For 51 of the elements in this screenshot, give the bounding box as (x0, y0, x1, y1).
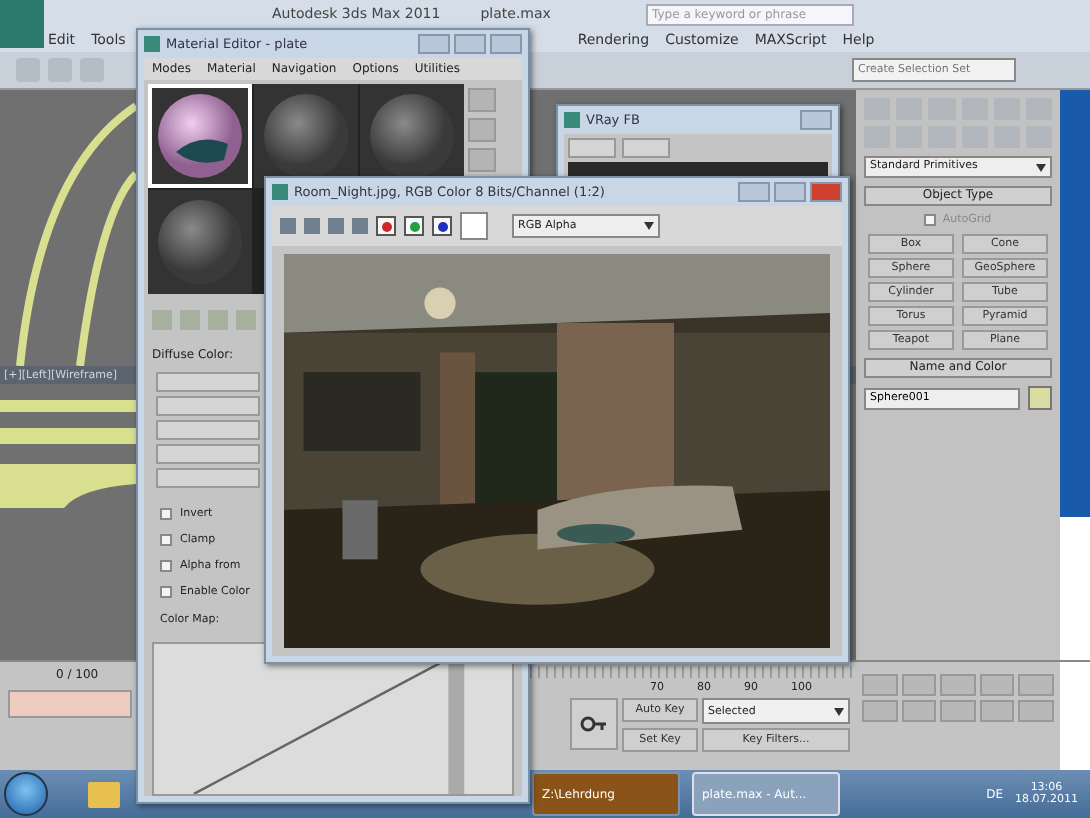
checkbox[interactable] (160, 560, 172, 572)
app-icon (564, 112, 580, 128)
input-field[interactable] (156, 420, 260, 440)
playback-icon[interactable] (901, 700, 937, 722)
sample-tool-icon[interactable] (468, 118, 496, 142)
toolbar-button[interactable] (622, 138, 670, 158)
color-swatch[interactable] (1028, 386, 1052, 410)
app-logo-icon[interactable] (0, 0, 44, 48)
app-icon (272, 184, 288, 200)
checkbox[interactable] (924, 214, 937, 226)
checkbox[interactable] (160, 534, 172, 546)
app-icon (144, 36, 160, 52)
playback-icon[interactable] (862, 674, 898, 696)
sample-tool-icon[interactable] (468, 88, 496, 112)
playback-icon[interactable] (1018, 674, 1054, 696)
input-field[interactable] (156, 468, 260, 488)
maximize-button[interactable] (454, 34, 486, 54)
playback-icon[interactable] (940, 700, 976, 722)
curve-graph[interactable] (152, 642, 514, 796)
channel-toggle[interactable] (432, 216, 452, 236)
toolbar-button[interactable] (568, 138, 616, 158)
input-field[interactable] (156, 444, 260, 464)
input-field[interactable] (156, 396, 260, 416)
playback-icon[interactable] (979, 700, 1015, 722)
playback-icon[interactable] (979, 674, 1015, 696)
material-sample[interactable] (254, 84, 358, 188)
caret-icon (1036, 163, 1046, 171)
key-icon[interactable] (570, 698, 618, 750)
caret-icon (834, 707, 844, 715)
input-field[interactable] (156, 372, 260, 392)
close-button[interactable] (810, 182, 842, 202)
channel-toggle[interactable] (404, 216, 424, 236)
playback-icon[interactable] (901, 674, 937, 696)
checkbox[interactable] (160, 508, 172, 520)
minimize-button[interactable] (738, 182, 770, 202)
color-swatch[interactable] (460, 212, 488, 240)
folder-icon[interactable] (88, 781, 120, 807)
channel-toggle[interactable] (376, 216, 396, 236)
checkbox[interactable] (160, 586, 172, 598)
maximize-button[interactable] (774, 182, 806, 202)
playback-icon[interactable] (862, 700, 898, 722)
caret-icon (644, 222, 654, 230)
close-button[interactable] (490, 34, 522, 54)
close-button[interactable] (800, 110, 832, 130)
script-listener[interactable] (8, 690, 132, 718)
start-button[interactable] (4, 772, 48, 816)
material-sample[interactable] (148, 84, 252, 188)
playback-icon[interactable] (940, 674, 976, 696)
sample-tool-icon[interactable] (468, 148, 496, 172)
playback-icon[interactable] (1018, 700, 1054, 722)
minimize-button[interactable] (418, 34, 450, 54)
